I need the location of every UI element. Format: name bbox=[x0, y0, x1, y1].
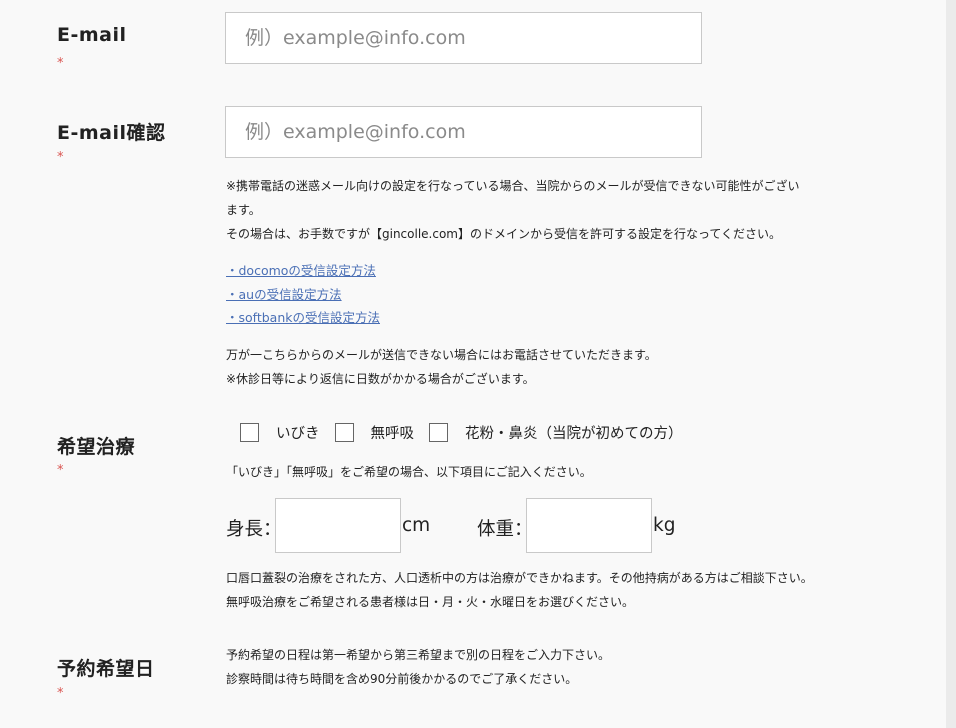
email-label: E-mail bbox=[57, 24, 127, 46]
email-notice-line: ます。 bbox=[226, 203, 261, 217]
date-label: 予約希望日 bbox=[57, 658, 155, 680]
treatment-notice-line: 口唇口蓋裂の治療をされた方、人口透析中の方は治療ができかねます。その他持病がある… bbox=[226, 571, 813, 585]
treatment-note: 「いびき」「無呼吸」をご希望の場合、以下項目にご記入ください。 bbox=[226, 465, 592, 479]
reply-notice: 万が一こちらからのメールが送信できない場合にはお電話させていただきます。 ※休診… bbox=[226, 343, 657, 391]
email-notice-line: その場合は、お手数ですが【gincolle.com】のドメインから受信を許可する… bbox=[226, 227, 782, 241]
pollen-rhinitis-option-label[interactable]: 花粉・鼻炎（当院が初めての方） bbox=[465, 422, 683, 443]
height-label: 身長： bbox=[226, 519, 282, 540]
email-notice-line: ※携帯電話の迷惑メール向けの設定を行なっている場合、当院からのメールが受信できな… bbox=[226, 179, 800, 193]
treatment-required-mark: * bbox=[57, 463, 64, 478]
date-notice: 予約希望の日程は第一希望から第三希望まで別の日程をご入力下さい。 診察時間は待ち… bbox=[226, 643, 610, 691]
carrier-settings-links: ・docomoの受信設定方法 ・auの受信設定方法 ・softbankの受信設定… bbox=[226, 259, 380, 330]
treatment-options: いびき 無呼吸 花粉・鼻炎（当院が初めての方） bbox=[240, 422, 698, 443]
apnea-checkbox[interactable] bbox=[334, 423, 354, 442]
weight-label: 体重： bbox=[477, 519, 533, 540]
date-required-mark: * bbox=[57, 686, 64, 701]
email-confirm-required-mark: * bbox=[57, 150, 64, 165]
email-required-mark: * bbox=[57, 56, 64, 71]
date-notice-line: 診察時間は待ち時間を含め90分前後かかるのでご了承ください。 bbox=[226, 672, 578, 686]
au-settings-link[interactable]: ・auの受信設定方法 bbox=[226, 283, 380, 307]
scrollbar-track[interactable] bbox=[946, 0, 956, 728]
height-input[interactable] bbox=[275, 498, 401, 553]
date-notice-line: 予約希望の日程は第一希望から第三希望まで別の日程をご入力下さい。 bbox=[226, 648, 611, 662]
email-confirm-input[interactable] bbox=[225, 106, 702, 158]
height-unit: cm bbox=[402, 515, 431, 536]
reply-notice-line: 万が一こちらからのメールが送信できない場合にはお電話させていただきます。 bbox=[226, 348, 657, 362]
email-confirm-label: E-mail確認 bbox=[57, 122, 166, 144]
apnea-option-label[interactable]: 無呼吸 bbox=[371, 422, 415, 443]
weight-input[interactable] bbox=[526, 498, 652, 553]
snoring-option-label[interactable]: いびき bbox=[276, 422, 320, 443]
treatment-label: 希望治療 bbox=[57, 436, 136, 458]
docomo-settings-link[interactable]: ・docomoの受信設定方法 bbox=[226, 259, 380, 283]
treatment-notice-line: 無呼吸治療をご希望される患者様は日・月・火・水曜日をお選びください。 bbox=[226, 595, 635, 609]
pollen-rhinitis-checkbox[interactable] bbox=[429, 423, 448, 442]
email-notice: ※携帯電話の迷惑メール向けの設定を行なっている場合、当院からのメールが受信できな… bbox=[226, 174, 799, 246]
treatment-notice: 口唇口蓋裂の治療をされた方、人口透析中の方は治療ができかねます。その他持病がある… bbox=[226, 566, 813, 614]
email-input[interactable] bbox=[225, 12, 702, 64]
reply-notice-line: ※休診日等により返信に日数がかかる場合がございます。 bbox=[226, 372, 535, 386]
snoring-checkbox[interactable] bbox=[240, 423, 259, 442]
weight-unit: kg bbox=[653, 515, 676, 536]
softbank-settings-link[interactable]: ・softbankの受信設定方法 bbox=[226, 306, 380, 330]
